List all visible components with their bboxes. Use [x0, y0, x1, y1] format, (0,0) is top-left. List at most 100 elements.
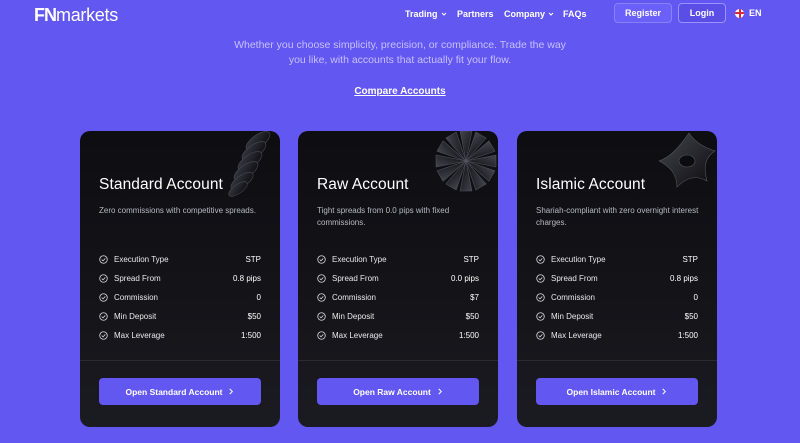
account-card-standard: Standard Account Zero commissions with c…	[80, 131, 280, 427]
feature-label: Execution Type	[114, 255, 169, 264]
feature-row: Execution Type STP	[317, 250, 479, 269]
logo[interactable]: FN markets	[34, 5, 118, 25]
feature-value: STP	[463, 255, 479, 264]
open-button-label: Open Standard Account	[125, 386, 223, 397]
card-divider	[80, 360, 280, 361]
starburst-3d-icon	[435, 131, 497, 192]
card-title: Islamic Account	[536, 176, 646, 193]
nav-faqs-label: FAQs	[563, 9, 587, 19]
feature-value: $7	[470, 293, 479, 302]
check-circle-icon	[536, 312, 545, 321]
register-button[interactable]: Register	[614, 3, 672, 23]
feature-list: Execution Type STP Spread From 0.0 pips …	[317, 250, 479, 345]
feature-label: Spread From	[551, 274, 598, 283]
feature-value: STP	[245, 255, 261, 264]
account-card-raw: Raw Account Tight spreads from 0.0 pips …	[298, 131, 498, 427]
check-circle-icon	[317, 312, 326, 321]
intro-subtitle-line-1: Whether you choose simplicity, precision…	[234, 39, 566, 51]
site-header: FN markets Trading Partners Company FAQs …	[0, 0, 800, 30]
nav-faqs[interactable]: FAQs	[563, 9, 587, 19]
nav-company[interactable]: Company	[504, 9, 554, 19]
check-circle-icon	[536, 293, 545, 302]
feature-value: STP	[682, 255, 698, 264]
feature-label: Min Deposit	[332, 312, 375, 321]
feature-row: Min Deposit $50	[99, 307, 261, 326]
chevron-right-icon	[662, 388, 667, 395]
feature-row: Execution Type STP	[99, 250, 261, 269]
feature-row: Spread From 0.8 pips	[99, 269, 261, 288]
intro-subtitle: Whether you choose simplicity, precision…	[200, 38, 600, 68]
intro-subtitle-line-2: you like, with accounts that actually fi…	[288, 54, 512, 66]
nav-company-label: Company	[504, 9, 546, 19]
feature-list: Execution Type STP Spread From 0.8 pips …	[536, 250, 698, 345]
card-title: Standard Account	[99, 176, 223, 193]
card-divider	[298, 360, 498, 361]
feature-label: Max Leverage	[551, 331, 602, 340]
open-raw-account-button[interactable]: Open Raw Account	[317, 378, 479, 405]
check-circle-icon	[317, 331, 326, 340]
check-circle-icon	[99, 331, 108, 340]
check-circle-icon	[317, 255, 326, 264]
card-description: Zero commissions with competitive spread…	[99, 206, 256, 215]
feature-label: Spread From	[114, 274, 161, 283]
check-circle-icon	[317, 293, 326, 302]
feature-value: $50	[684, 312, 698, 321]
feature-value: 1:500	[240, 331, 261, 340]
card-description: Tight spreads from 0.0 pips with fixed c…	[317, 206, 450, 227]
feature-value: 0	[256, 293, 261, 302]
feature-value: 0.8 pips	[669, 274, 698, 283]
open-standard-account-button[interactable]: Open Standard Account	[99, 378, 261, 405]
logo-fn: FN	[34, 4, 57, 25]
check-circle-icon	[99, 274, 108, 283]
nav-trading[interactable]: Trading	[405, 9, 447, 19]
feature-row: Commission 0	[536, 288, 698, 307]
login-button[interactable]: Login	[678, 3, 726, 23]
uk-flag-icon	[735, 8, 744, 18]
feature-value: $50	[247, 312, 261, 321]
feature-list: Execution Type STP Spread From 0.8 pips …	[99, 250, 261, 345]
feature-label: Max Leverage	[114, 331, 165, 340]
nav-trading-label: Trading	[405, 9, 438, 19]
feature-row: Max Leverage 1:500	[99, 326, 261, 345]
card-description: Shariah-compliant with zero overnight in…	[536, 206, 699, 227]
feature-label: Execution Type	[332, 255, 387, 264]
check-circle-icon	[99, 293, 108, 302]
feature-value: 0.0 pips	[450, 274, 479, 283]
feature-row: Min Deposit $50	[317, 307, 479, 326]
feature-label: Min Deposit	[551, 312, 594, 321]
logo-markets: markets	[56, 4, 118, 25]
feature-label: Commission	[114, 293, 159, 302]
card-title: Raw Account	[317, 176, 409, 193]
language-selector[interactable]: EN	[735, 8, 762, 18]
feature-value: 0.8 pips	[232, 274, 261, 283]
nav-partners-label: Partners	[457, 9, 494, 19]
feature-label: Commission	[551, 293, 596, 302]
feature-value: 0	[693, 293, 698, 302]
feature-label: Execution Type	[551, 255, 606, 264]
feature-row: Max Leverage 1:500	[317, 326, 479, 345]
chevron-down-icon	[548, 12, 554, 16]
compare-accounts-link[interactable]: Compare Accounts	[320, 86, 480, 97]
star-knot-3d-icon	[658, 132, 716, 188]
check-circle-icon	[99, 312, 108, 321]
nav-partners[interactable]: Partners	[457, 9, 494, 19]
feature-row: Execution Type STP	[536, 250, 698, 269]
open-islamic-account-button[interactable]: Open Islamic Account	[536, 378, 698, 405]
feature-label: Max Leverage	[332, 331, 383, 340]
feature-label: Min Deposit	[114, 312, 157, 321]
feature-value: 1:500	[677, 331, 698, 340]
feature-row: Spread From 0.0 pips	[317, 269, 479, 288]
check-circle-icon	[317, 274, 326, 283]
check-circle-icon	[536, 255, 545, 264]
feature-row: Min Deposit $50	[536, 307, 698, 326]
card-divider	[517, 360, 717, 361]
feature-value: $50	[465, 312, 479, 321]
feature-row: Commission 0	[99, 288, 261, 307]
feature-label: Commission	[332, 293, 377, 302]
check-circle-icon	[99, 255, 108, 264]
feature-label: Spread From	[332, 274, 379, 283]
chevron-down-icon	[441, 12, 446, 16]
account-card-islamic: Islamic Account Shariah-compliant with z…	[517, 131, 717, 427]
check-circle-icon	[536, 331, 545, 340]
open-button-label: Open Raw Account	[353, 386, 431, 397]
